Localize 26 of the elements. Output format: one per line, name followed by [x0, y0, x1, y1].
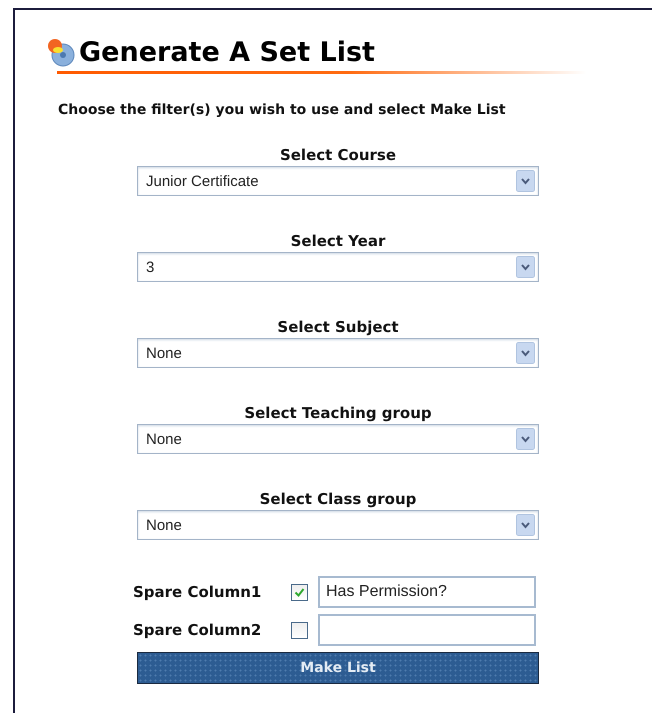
filter-label: Select Subject: [277, 318, 399, 336]
dropdown[interactable]: None: [137, 338, 539, 368]
instruction-text: Choose the filter(s) you wish to use and select Make List: [58, 102, 507, 118]
chevron-down-icon[interactable]: [516, 342, 535, 364]
filter-label: Select Teaching group: [244, 404, 432, 422]
make-list-button[interactable]: Make List: [137, 652, 539, 684]
circles-icon: [45, 36, 77, 68]
spare-column-label: Spare Column1: [133, 583, 262, 601]
chevron-down-icon[interactable]: [516, 428, 535, 450]
chevron-down-icon[interactable]: [516, 514, 535, 536]
dropdown[interactable]: None: [137, 510, 539, 540]
checkbox[interactable]: [291, 622, 308, 638]
text-field[interactable]: Has Permission?: [318, 576, 536, 608]
filter-label: Select Class group: [260, 490, 416, 508]
filter-label: Select Year: [290, 232, 386, 250]
spare-column-label: Spare Column2: [133, 621, 262, 639]
checkbox[interactable]: [291, 584, 308, 600]
chevron-down-icon[interactable]: [516, 256, 535, 278]
text-field[interactable]: [318, 614, 536, 646]
page-title: Generate A Set List: [79, 36, 375, 68]
check-icon: [294, 586, 305, 598]
chevron-down-icon[interactable]: [516, 170, 535, 192]
dropdown[interactable]: 3: [137, 252, 539, 282]
dropdown[interactable]: None: [137, 424, 539, 454]
filter-label: Select Course: [280, 146, 396, 164]
dropdown[interactable]: Junior Certificate: [137, 166, 539, 196]
